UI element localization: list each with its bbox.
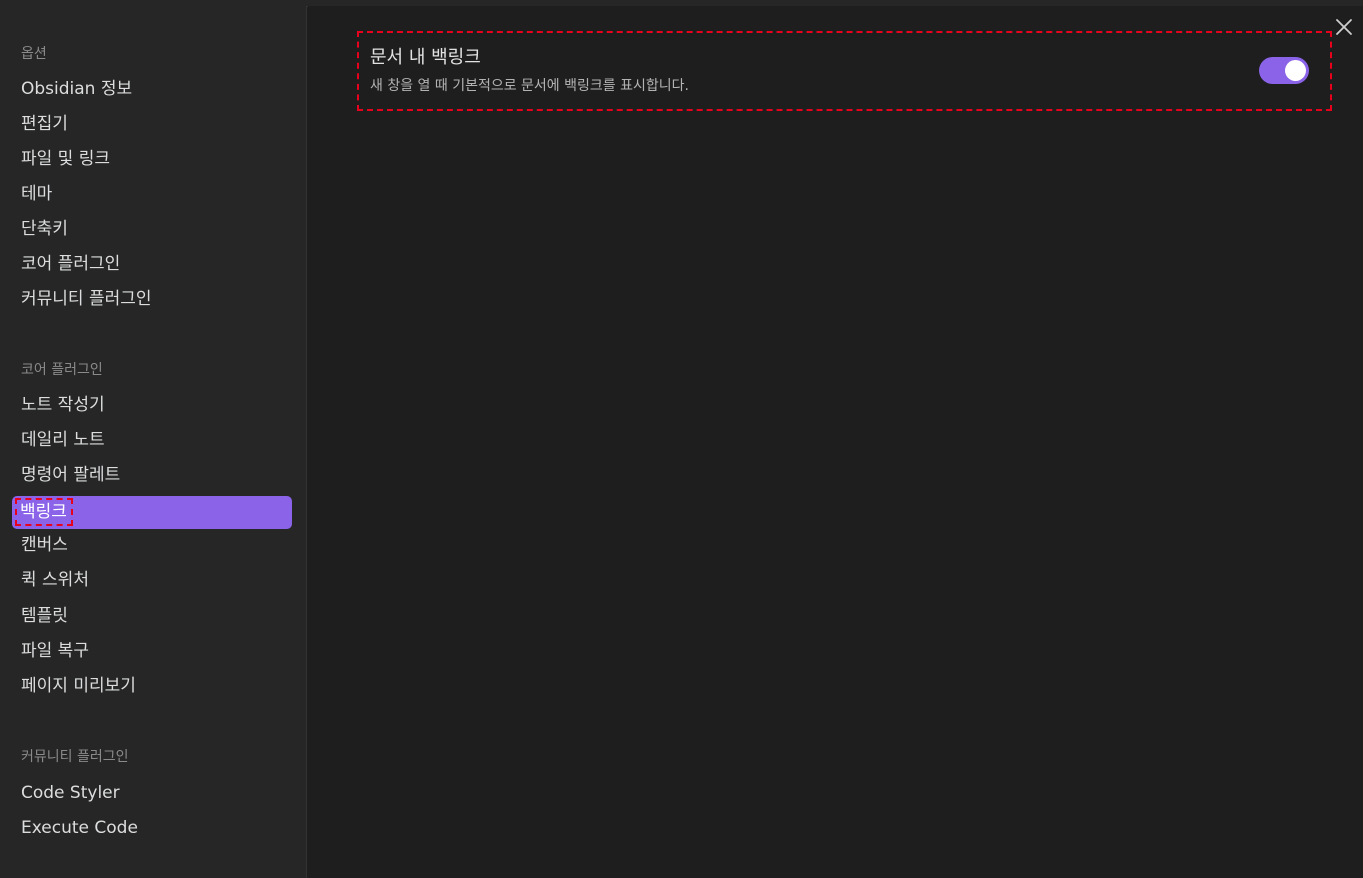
sidebar-item-core-plugins[interactable]: 코어 플러그인 — [12, 248, 292, 281]
sidebar-item-editor[interactable]: 편집기 — [12, 108, 292, 141]
section-title-community-plugins: 커뮤니티 플러그인 — [21, 749, 129, 765]
sidebar-item-execute-code[interactable]: Execute Code — [12, 812, 292, 845]
sidebar-item-label: 노트 작성기 — [21, 395, 105, 415]
sidebar-item-file-recovery[interactable]: 파일 복구 — [12, 635, 292, 668]
sidebar-item-label: 백링크 — [15, 498, 73, 526]
sidebar-item-label: 템플릿 — [21, 606, 68, 626]
setting-item-backlink-in-document: 문서 내 백링크 새 창을 열 때 기본적으로 문서에 백링크를 표시합니다. — [357, 31, 1332, 111]
sidebar-item-quick-switcher[interactable]: 퀵 스위처 — [12, 564, 292, 597]
sidebar-item-page-preview[interactable]: 페이지 미리보기 — [12, 670, 292, 703]
close-button[interactable] — [1333, 16, 1355, 38]
sidebar-item-label: 파일 복구 — [21, 641, 89, 661]
sidebar-item-about[interactable]: Obsidian 정보 — [12, 73, 292, 106]
sidebar-item-label: 데일리 노트 — [21, 430, 105, 450]
sidebar-item-community-plugins[interactable]: 커뮤니티 플러그인 — [12, 283, 292, 316]
settings-sidebar: 옵션 Obsidian 정보 편집기 파일 및 링크 테마 단축키 코어 플러그… — [0, 6, 307, 878]
section-title-options: 옵션 — [21, 46, 47, 62]
sidebar-item-label: 테마 — [21, 184, 53, 204]
sidebar-item-label: 페이지 미리보기 — [21, 676, 136, 696]
sidebar-item-label: 캔버스 — [21, 535, 68, 555]
sidebar-item-label: 편집기 — [21, 114, 68, 134]
setting-description: 새 창을 열 때 기본적으로 문서에 백링크를 표시합니다. — [370, 78, 689, 94]
sidebar-item-note-composer[interactable]: 노트 작성기 — [12, 389, 292, 422]
settings-window: 옵션 Obsidian 정보 편집기 파일 및 링크 테마 단축키 코어 플러그… — [0, 0, 1363, 878]
sidebar-item-label: Obsidian 정보 — [21, 79, 133, 99]
sidebar-item-hotkeys[interactable]: 단축키 — [12, 213, 292, 246]
sidebar-item-daily-notes[interactable]: 데일리 노트 — [12, 424, 292, 457]
settings-content: 문서 내 백링크 새 창을 열 때 기본적으로 문서에 백링크를 표시합니다. — [308, 6, 1363, 878]
sidebar-item-code-styler[interactable]: Code Styler — [12, 777, 292, 810]
sidebar-item-label: 코어 플러그인 — [21, 254, 121, 274]
sidebar-item-label: 단축키 — [21, 219, 68, 239]
sidebar-item-canvas[interactable]: 캔버스 — [12, 529, 292, 562]
sidebar-item-files-links[interactable]: 파일 및 링크 — [12, 143, 292, 176]
toggle-knob — [1285, 60, 1306, 81]
sidebar-item-command-palette[interactable]: 명령어 팔레트 — [12, 459, 292, 492]
sidebar-item-label: 명령어 팔레트 — [21, 465, 121, 485]
sidebar-item-label: Code Styler — [21, 783, 120, 803]
sidebar-item-backlinks[interactable]: 백링크 — [12, 496, 292, 529]
section-title-core-plugins: 코어 플러그인 — [21, 362, 103, 378]
sidebar-item-label: Execute Code — [21, 818, 138, 838]
close-icon — [1336, 19, 1352, 35]
backlink-toggle[interactable] — [1259, 57, 1309, 84]
sidebar-item-label: 커뮤니티 플러그인 — [21, 289, 152, 309]
sidebar-item-label: 퀵 스위처 — [21, 570, 89, 590]
sidebar-item-templates[interactable]: 템플릿 — [12, 600, 292, 633]
setting-name: 문서 내 백링크 — [370, 47, 481, 68]
sidebar-item-appearance[interactable]: 테마 — [12, 178, 292, 211]
sidebar-item-label: 파일 및 링크 — [21, 149, 111, 169]
